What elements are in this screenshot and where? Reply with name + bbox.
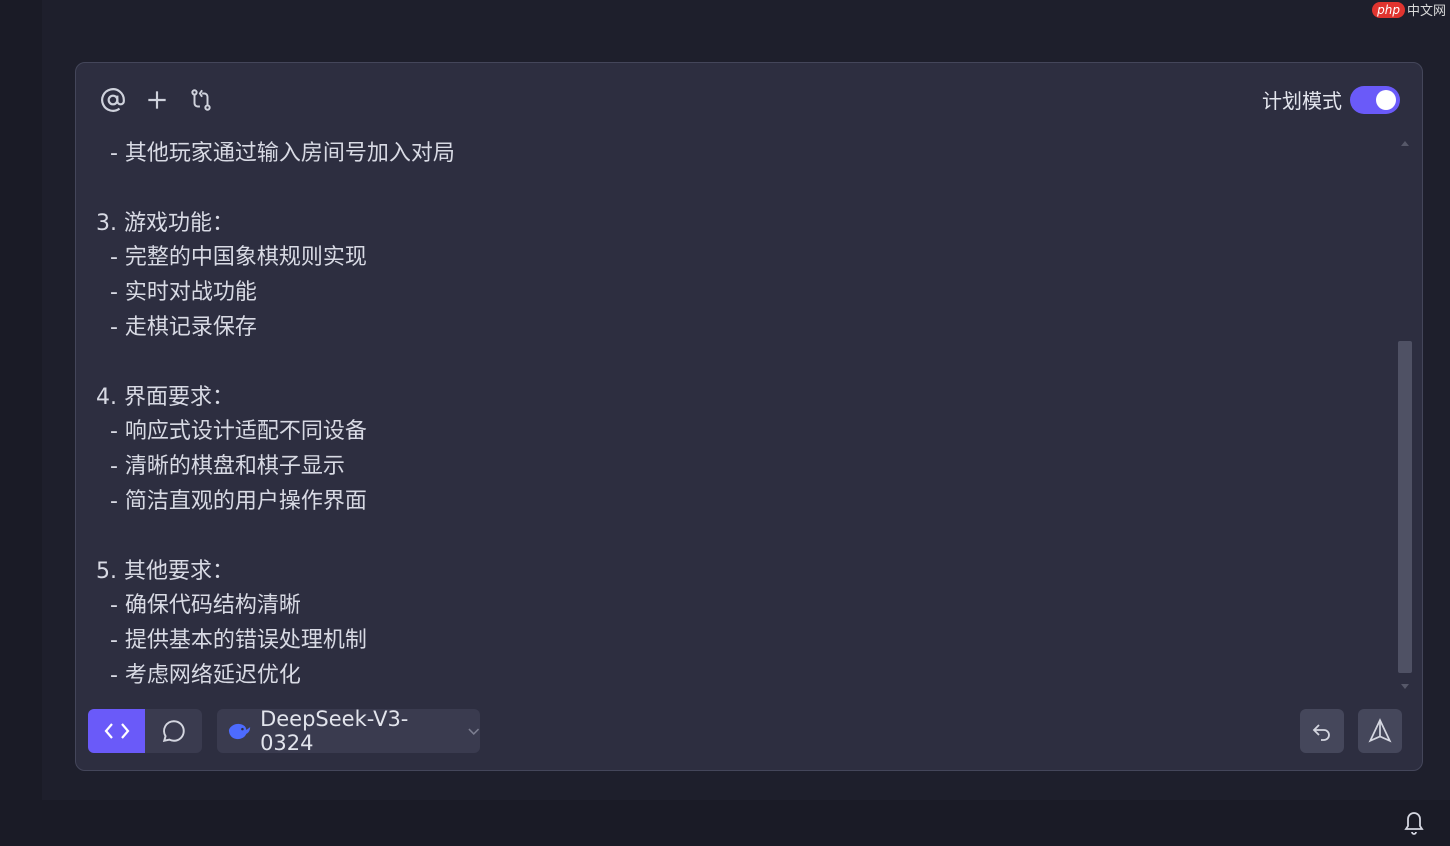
model-name: DeepSeek-V3-0324: [260, 707, 409, 755]
message-line: - 实时对战功能: [96, 280, 257, 306]
message-line: - 响应式设计适配不同设备: [96, 419, 367, 445]
message-line: - 确保代码结构清晰: [96, 593, 301, 619]
code-icon: [104, 723, 129, 739]
deepseek-whale-icon: [228, 723, 251, 740]
message-line: - 完整的中国象棋规则实现: [96, 245, 367, 271]
plan-mode-switch[interactable]: [1350, 85, 1400, 114]
message-line: - 其他玩家通过输入房间号加入对局: [96, 141, 455, 166]
at-icon[interactable]: [98, 85, 128, 115]
mode-switcher: [88, 709, 202, 753]
message-line: [96, 520, 1396, 555]
watermark: php 中文网: [1372, 0, 1446, 19]
watermark-text: 中文网: [1406, 4, 1446, 19]
action-buttons: [1300, 709, 1402, 753]
switch-knob: [1376, 89, 1396, 110]
top-toolbar: [98, 85, 216, 115]
undo-button[interactable]: [1300, 709, 1344, 753]
scroll-up-arrow-icon[interactable]: [1401, 141, 1409, 146]
scrollbar-thumb[interactable]: [1398, 341, 1412, 673]
message-text[interactable]: - 其他玩家通过输入房间号加入对局 3. 游戏功能： - 完整的中国象棋规则实现 …: [96, 137, 1396, 697]
scrollbar[interactable]: [1398, 141, 1412, 689]
chat-input-panel: 计划模式 - 其他玩家通过输入房间号加入对局 3. 游戏功能： - 完整的中国象棋…: [75, 62, 1423, 771]
model-selector[interactable]: DeepSeek-V3-0324: [217, 707, 480, 755]
message-line: - 清晰的棋盘和棋子显示: [96, 454, 345, 480]
message-line: - 提供基本的错误处理机制: [96, 628, 367, 654]
send-button[interactable]: [1358, 709, 1402, 753]
watermark-badge: php: [1372, 1, 1405, 18]
send-icon: [1368, 718, 1392, 743]
message-line: [96, 172, 1396, 207]
plan-mode-label: 计划模式: [1262, 89, 1342, 113]
message-line: - 简洁直观的用户操作界面: [96, 488, 367, 514]
message-line: 4. 界面要求：: [96, 384, 234, 410]
message-line: - 走棋记录保存: [96, 314, 257, 340]
message-line: 3. 游戏功能：: [96, 210, 234, 236]
plan-mode-toggle[interactable]: 计划模式: [1262, 85, 1400, 114]
bell-icon[interactable]: [1402, 808, 1426, 840]
chat-mode-button[interactable]: [145, 709, 202, 753]
message-line: [96, 346, 1396, 381]
plus-icon[interactable]: [142, 85, 172, 115]
message-line: 5. 其他要求：: [96, 558, 234, 584]
scroll-down-arrow-icon[interactable]: [1401, 684, 1409, 689]
branch-icon[interactable]: [186, 85, 216, 115]
undo-icon: [1312, 724, 1330, 741]
message-line: - 考虑网络延迟优化: [96, 662, 301, 688]
chat-bubble-icon: [162, 720, 185, 743]
sidebar-strip: [0, 0, 42, 800]
code-mode-button[interactable]: [88, 709, 145, 753]
chevron-down-icon: [467, 728, 479, 735]
bottom-bar: DeepSeek-V3-0324: [88, 707, 1402, 755]
status-bar: [0, 800, 1450, 846]
